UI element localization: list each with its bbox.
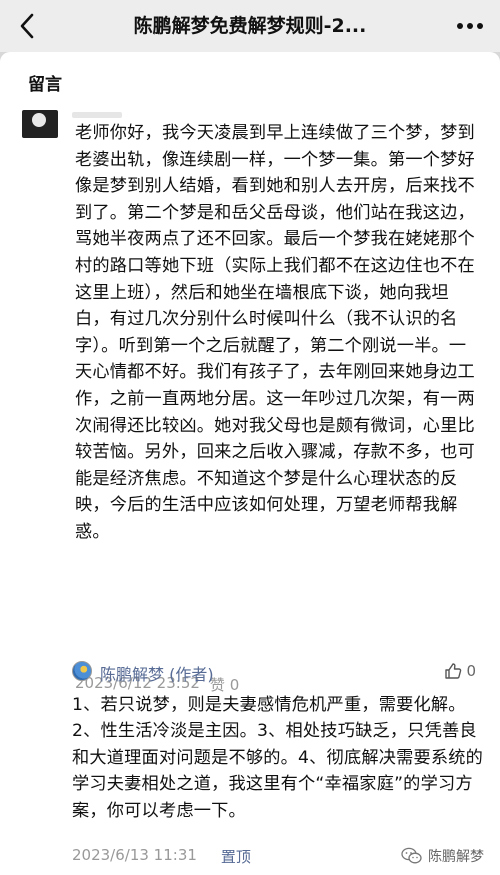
reply-meta: 2023/6/13 11:31 置顶 [72,846,251,867]
comment-text: 老师你好，我今天凌晨到早上连续做了三个梦，梦到老婆出轨，像连续剧一样，一个梦一集… [75,123,475,542]
author-avatar[interactable] [72,661,92,681]
back-button[interactable] [12,10,42,42]
author-name[interactable]: 陈鹏解梦 (作者) [100,661,214,685]
wechat-icon [401,847,422,864]
top-navigation-bar: 陈鹏解梦免费解梦规则-2... [0,0,500,52]
reply-text: 1、若只说梦，则是夫妻感情危机严重，需要化解。 2、性生活冷淡是主因。3、相处技… [72,695,484,821]
comments-panel: 留言 老师你好，我今天凌晨到早上连续做了三个梦，梦到老婆出轨，像连续剧一样，一个… [0,52,500,875]
more-options-button[interactable] [452,10,488,42]
commenter-avatar[interactable] [22,110,58,138]
reply-time: 2023/6/13 11:31 [72,846,197,864]
more-options-icon [457,23,483,29]
thumbs-up-icon [445,663,462,679]
commenter-name-hidden [72,112,122,118]
page-title: 陈鹏解梦免费解梦规则-2... [133,15,367,37]
watermark: 陈鹏解梦 [401,846,484,866]
pinned-label[interactable]: 置顶 [221,846,251,867]
reply-like-button[interactable]: 0 [444,662,476,680]
comments-section-title: 留言 [28,75,62,95]
watermark-text: 陈鹏解梦 [428,849,484,865]
chevron-left-icon [20,13,34,39]
reply-like-count: 0 [466,662,476,680]
